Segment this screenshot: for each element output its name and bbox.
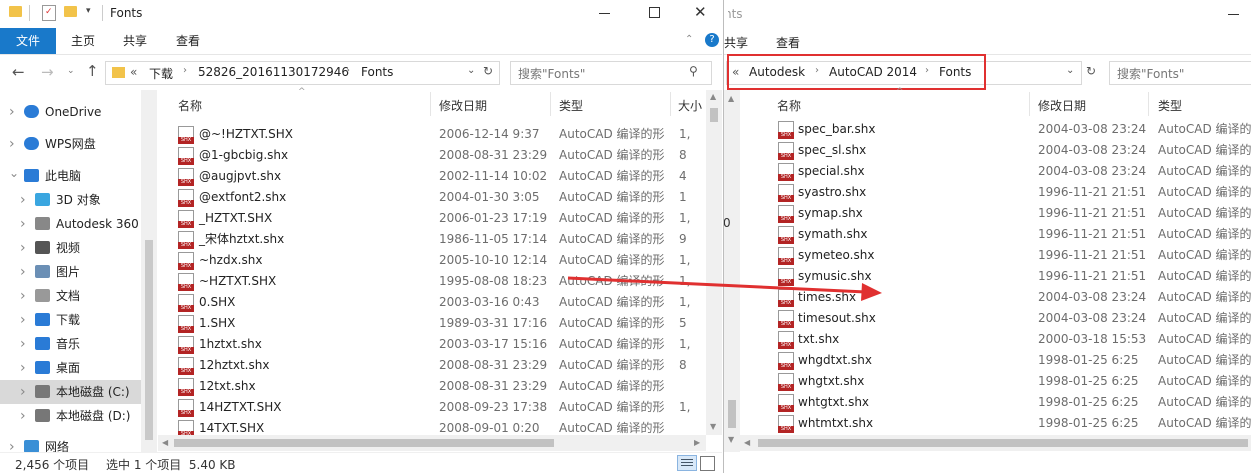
- arrow-head: [861, 283, 882, 301]
- annotation-arrow: [567, 276, 882, 301]
- arrow-shaft: [567, 276, 867, 294]
